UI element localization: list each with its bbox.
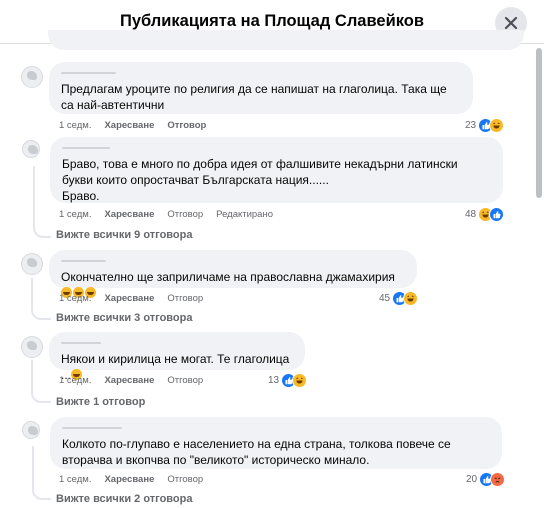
comment-actions: 1 седм. Харесване Отговор: [59, 293, 216, 307]
author-name-redacted[interactable]: [61, 339, 293, 347]
view-replies-link[interactable]: Вижте всички 9 отговора: [56, 229, 192, 241]
previous-comment-bubble: [48, 30, 524, 50]
author-name-redacted[interactable]: [62, 424, 490, 432]
avatar[interactable]: [22, 421, 40, 439]
edited-label: Редактирано: [216, 209, 273, 220]
reply-button[interactable]: Отговор: [167, 209, 203, 223]
comment-bubble: Колкото по-глупаво е населението на една…: [50, 417, 502, 469]
scrollbar-thumb[interactable]: [536, 48, 542, 198]
reply-button[interactable]: Отговор: [167, 474, 203, 488]
reaction-summary[interactable]: 20: [466, 471, 506, 487]
comment-bubble: Браво, това е много по добра идея от фал…: [50, 137, 503, 203]
author-name-redacted[interactable]: [62, 144, 491, 152]
comment-bubble: Окончателно ще заприличаме на православн…: [49, 250, 417, 298]
dialog-title: Публикацията на Площад Славейков: [119, 12, 424, 30]
like-button[interactable]: Харесване: [104, 375, 154, 389]
comment-time[interactable]: 1 седм.: [59, 474, 91, 488]
avatar[interactable]: [21, 66, 43, 88]
view-replies-link[interactable]: Вижте всички 2 отговора: [56, 493, 192, 505]
reaction-count: 20: [466, 473, 478, 485]
comment-actions: 1 седм. Харесване Отговор: [59, 375, 216, 389]
reaction-summary[interactable]: 13: [268, 372, 308, 388]
like-button[interactable]: Харесване: [104, 293, 154, 307]
reaction-count: 23: [465, 119, 477, 131]
like-button[interactable]: Харесване: [104, 120, 154, 134]
comment-time[interactable]: 1 седм.: [59, 209, 91, 223]
reply-button[interactable]: Отговор: [167, 120, 206, 134]
comment-bubble: Някои и кирилица не могат. Те глаголица …: [49, 332, 305, 382]
reply-button[interactable]: Отговор: [167, 375, 203, 389]
reaction-count: 13: [268, 374, 280, 386]
comment-actions: 1 седм. Харесване Отговор: [59, 474, 216, 488]
reaction-count: 45: [379, 292, 391, 304]
view-replies-link[interactable]: Вижте 1 отговор: [56, 396, 145, 408]
reaction-count: 48: [465, 208, 477, 220]
close-icon: [504, 16, 518, 30]
like-icon: [489, 206, 505, 222]
author-name-redacted[interactable]: [61, 69, 461, 77]
reply-thread-line: [32, 446, 51, 500]
comment-time[interactable]: 1 седм.: [59, 375, 91, 389]
author-name-redacted[interactable]: [61, 257, 405, 265]
reaction-summary[interactable]: 45: [379, 290, 419, 306]
comment-text: Колкото по-глупаво е населението на една…: [62, 437, 455, 467]
avatar[interactable]: [21, 253, 43, 275]
angry-icon: [490, 471, 506, 487]
reaction-summary[interactable]: 23: [465, 117, 505, 133]
comment-text: Предлагам уроците по религия да се напиш…: [61, 82, 450, 112]
reply-thread-line: [31, 278, 51, 320]
reply-thread-line: [31, 360, 51, 403]
avatar[interactable]: [22, 140, 40, 158]
comment-actions: 1 седм. Харесване Отговор Редактирано: [59, 209, 286, 223]
reaction-summary[interactable]: 48: [465, 206, 505, 222]
haha-icon: [489, 117, 505, 133]
comment-actions: 1 седм. Харесване Отговор: [59, 120, 219, 134]
comment-time[interactable]: 1 седм.: [59, 293, 91, 307]
reply-button[interactable]: Отговор: [167, 293, 203, 307]
view-replies-link[interactable]: Вижте всички 3 отговора: [56, 312, 192, 324]
haha-icon: [403, 290, 419, 306]
comment-bubble: Предлагам уроците по религия да се напиш…: [49, 62, 473, 114]
haha-icon: [292, 372, 308, 388]
avatar[interactable]: [21, 336, 43, 358]
comment-text: Браво, това е много по добра идея от фал…: [62, 157, 458, 203]
comment-time[interactable]: 1 седм.: [59, 120, 91, 134]
reply-thread-line: [33, 166, 51, 238]
like-button[interactable]: Харесване: [104, 209, 154, 223]
like-button[interactable]: Харесване: [104, 474, 154, 488]
